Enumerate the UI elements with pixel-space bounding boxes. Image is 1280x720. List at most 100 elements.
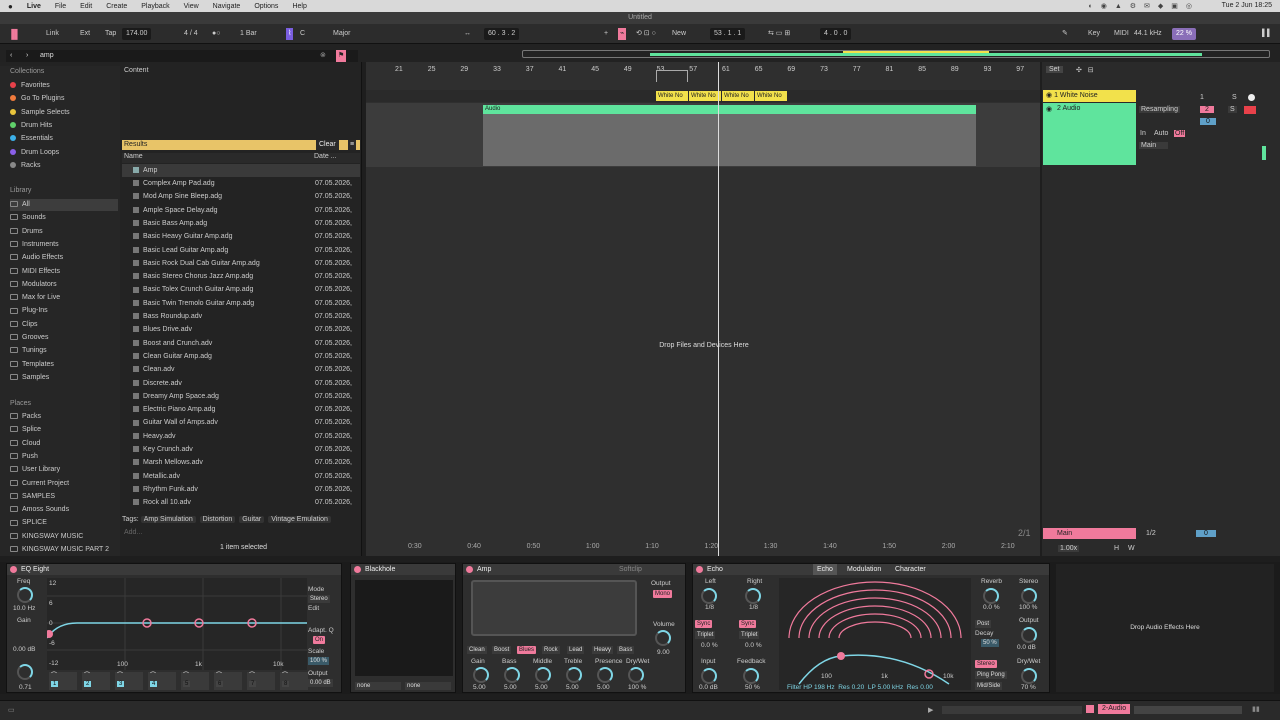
output-routing[interactable]: Main	[1139, 142, 1169, 149]
amp-type-lead[interactable]: Lead	[567, 646, 585, 654]
file-row[interactable]: Metallic.adv 07.05.2026,	[122, 470, 360, 483]
metronome-interval[interactable]: 1 Bar	[240, 28, 257, 40]
file-row[interactable]: Heavy.adv 07.05.2026,	[122, 430, 360, 443]
device-power-icon[interactable]	[354, 566, 361, 573]
amp-dry-wet-knob[interactable]	[628, 667, 644, 683]
tempo-speed[interactable]: 1.00x	[1058, 545, 1080, 552]
zoom-ratio[interactable]: 2/1	[1018, 528, 1031, 538]
loop-brace[interactable]	[656, 70, 688, 82]
place-packs[interactable]: Packs	[10, 411, 118, 423]
arrangement-drop-zone[interactable]: Drop Files and Devices Here	[640, 342, 768, 349]
eq-band-3[interactable]: ⌒ 3	[115, 672, 143, 690]
track-power-icon[interactable]: ◉	[1046, 92, 1052, 99]
filter-icon[interactable]: ⚑	[336, 50, 347, 62]
echo-tab-character[interactable]: Character	[891, 564, 930, 575]
time-ruler[interactable]: 0:30 0:40 0:50 1:00 1:10 1:20 1:30 1:40 1:50 2:00…	[366, 540, 1040, 554]
beat-ruler[interactable]: 21 25 29 33 37 41 45 49 53 57 61 65 69 73 77 81 85 89 93 97	[366, 64, 1040, 76]
file-row[interactable]: Basic Rock Dual Cab Guitar Amp.adg 07.05.…	[122, 257, 360, 270]
amp-treble-knob[interactable]	[566, 667, 582, 683]
file-row[interactable]: Marsh Mellows.adv 07.05.2026,	[122, 456, 360, 469]
echo-right-offset[interactable]: 0.0 %	[745, 642, 762, 649]
track2-solo[interactable]: S	[1228, 106, 1237, 113]
bar-number[interactable]: 41	[559, 66, 567, 73]
clear-button[interactable]: Clear	[316, 140, 339, 150]
collection-drum-hits[interactable]: Drum Hits	[10, 120, 118, 132]
time-marker[interactable]: 1:20	[705, 543, 719, 550]
main-routing[interactable]: 1/2	[1146, 530, 1156, 537]
library-drums[interactable]: Drums	[10, 226, 118, 238]
eq-band-4[interactable]: ⌒ 4	[148, 672, 176, 690]
amp-type-bass[interactable]: Bass	[617, 646, 635, 654]
follow-icon[interactable]: ↔	[464, 28, 471, 40]
file-row[interactable]: Basic Bass Amp.adg 07.05.2026,	[122, 217, 360, 230]
bar-number[interactable]: 81	[886, 66, 894, 73]
results-options-icon[interactable]: ≡	[348, 140, 357, 150]
library-sounds[interactable]: Sounds	[10, 212, 118, 224]
pencil-icon[interactable]: ✎	[1062, 28, 1068, 40]
place-splice[interactable]: Splice	[10, 424, 118, 436]
amp-header[interactable]: Amp Softclip	[463, 564, 685, 575]
menu-help[interactable]: Help	[285, 3, 313, 10]
effect-drop-zone[interactable]: Drop Audio Effects Here	[1056, 564, 1274, 692]
echo-reverb-position[interactable]: Post	[975, 620, 992, 628]
file-row[interactable]: Blues Drive.adv 07.05.2026,	[122, 323, 360, 336]
eq-graph[interactable]	[47, 578, 307, 670]
library-plug-ins[interactable]: Plug-Ins	[10, 305, 118, 317]
back-icon[interactable]: ‹	[10, 50, 12, 62]
bar-number[interactable]: 89	[951, 66, 959, 73]
echo-decay-value[interactable]: 50 %	[981, 639, 999, 647]
locator-marker[interactable]: White No	[722, 91, 754, 101]
echo-drywet-value[interactable]: 70 %	[1021, 684, 1036, 691]
amp-dry-wet-value[interactable]: 100 %	[628, 684, 646, 691]
tap-button[interactable]: Tap	[105, 28, 116, 40]
eq-scale-value[interactable]: 100 %	[308, 657, 330, 665]
eq-band-1[interactable]: ⌒ 1	[49, 672, 77, 690]
set-button[interactable]: Set	[1046, 66, 1063, 73]
echo-header[interactable]: Echo Echo Modulation Character	[693, 564, 1049, 575]
file-row[interactable]: Basic Heavy Guitar Amp.adg 07.05.2026,	[122, 230, 360, 243]
bar-number[interactable]: 29	[460, 66, 468, 73]
file-row[interactable]: Mod Amp Sine Bleep.adg 07.05.2026,	[122, 190, 360, 203]
library-grooves[interactable]: Grooves	[10, 332, 118, 344]
echo-input-value[interactable]: 0.0 dB	[699, 684, 718, 691]
menu-options[interactable]: Options	[247, 3, 285, 10]
time-marker[interactable]: 1:30	[764, 543, 778, 550]
eq-adapt-toggle[interactable]: On	[313, 636, 326, 644]
input-type-select[interactable]: Resampling	[1139, 106, 1180, 113]
amp-type-heavy[interactable]: Heavy	[592, 646, 614, 654]
track-name-2[interactable]: 2 Audio	[1057, 105, 1080, 112]
library-tunings[interactable]: Tunings	[10, 345, 118, 357]
eq-header[interactable]: EQ Eight	[7, 564, 341, 575]
menubar-clock[interactable]: Tue 2 Jun 18:25	[1222, 2, 1272, 9]
col-name[interactable]: Name	[124, 153, 143, 160]
file-row[interactable]: Rhythm Funk.adv 07.05.2026,	[122, 483, 360, 496]
info-icon[interactable]: ▭	[8, 706, 15, 714]
amp-gain-value[interactable]: 5.00	[473, 684, 486, 691]
tag-distortion[interactable]: Distortion	[199, 516, 236, 523]
time-marker[interactable]: 2:00	[942, 543, 956, 550]
file-row[interactable]: Discrete.adv 07.05.2026,	[122, 377, 360, 390]
menu-edit[interactable]: Edit	[73, 3, 99, 10]
echo-mode-stereo[interactable]: Stereo	[975, 660, 997, 668]
echo-reverb-value[interactable]: 0.0 %	[983, 604, 1000, 611]
bar-number[interactable]: 49	[624, 66, 632, 73]
search-input[interactable]: ‹ › amp ⊗ ⚑	[6, 50, 358, 62]
place-push[interactable]: Push	[10, 451, 118, 463]
system-tray-icons[interactable]: ◐◉▲⚙✉◆▣◎	[1088, 2, 1200, 10]
monitor-off[interactable]: Off	[1174, 130, 1186, 137]
track-power-icon-2[interactable]: ◉	[1046, 105, 1052, 113]
file-row[interactable]: Clean Guitar Amp.adg 07.05.2026,	[122, 350, 360, 363]
collection-racks[interactable]: Racks	[10, 160, 118, 172]
library-all[interactable]: All	[10, 199, 118, 211]
echo-drywet-knob[interactable]	[1021, 668, 1037, 684]
bar-number[interactable]: 73	[820, 66, 828, 73]
library-max-for-live[interactable]: Max for Live	[10, 292, 118, 304]
amp-gain-knob[interactable]	[473, 667, 489, 683]
echo-reverb-knob[interactable]	[983, 588, 999, 604]
echo-left-value[interactable]: 1/8	[705, 604, 714, 611]
song-position[interactable]: 60 . 3 . 2	[484, 28, 520, 40]
library-midi-effects[interactable]: MIDI Effects	[10, 266, 118, 278]
echo-feedback-knob[interactable]	[743, 668, 759, 684]
hide-browser-icon[interactable]: ▐▌	[8, 28, 21, 40]
eq-freq-knob[interactable]	[17, 587, 33, 603]
